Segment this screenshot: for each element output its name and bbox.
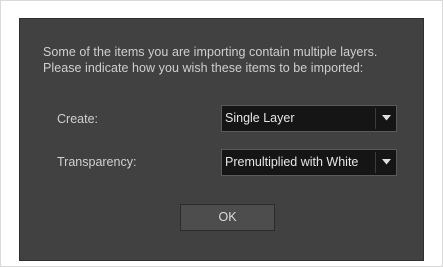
create-dropdown[interactable]: Single Layer: [221, 105, 397, 132]
transparency-dropdown-value: Premultiplied with White: [225, 155, 359, 169]
create-label: Create:: [57, 112, 98, 126]
chevron-down-icon[interactable]: [376, 150, 396, 175]
ok-button[interactable]: OK: [180, 204, 275, 231]
import-layers-dialog: Some of the items you are importing cont…: [19, 18, 424, 261]
message-line-2: Please indicate how you wish these items…: [43, 61, 364, 75]
create-dropdown-value: Single Layer: [225, 111, 295, 125]
message-line-1: Some of the items you are importing cont…: [43, 45, 378, 59]
window-frame: Some of the items you are importing cont…: [0, 0, 443, 267]
transparency-dropdown[interactable]: Premultiplied with White: [221, 149, 397, 176]
dialog-message: Some of the items you are importing cont…: [43, 44, 423, 76]
chevron-down-icon[interactable]: [376, 106, 396, 131]
transparency-label: Transparency:: [57, 155, 137, 169]
